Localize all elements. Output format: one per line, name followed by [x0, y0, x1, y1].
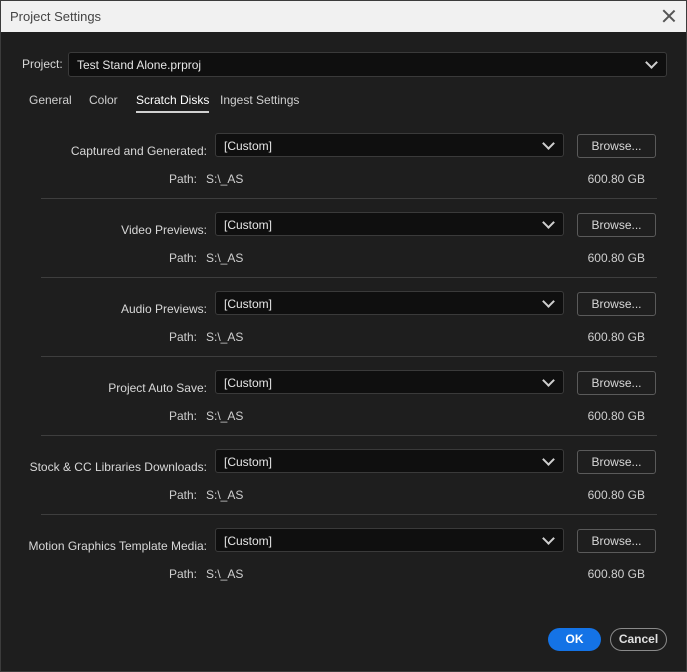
available-space: 600.80 GB [587, 409, 645, 423]
close-icon[interactable] [660, 7, 678, 25]
available-space: 600.80 GB [587, 488, 645, 502]
row-label: Project Auto Save: [108, 381, 207, 395]
chevron-down-icon [542, 532, 555, 545]
path-label: Path: [169, 330, 198, 344]
cancel-button[interactable]: Cancel [610, 628, 667, 651]
path-value: S:\_AS [206, 567, 244, 581]
project-label: Project: [22, 57, 63, 71]
location-select-value: [Custom] [224, 534, 273, 548]
path-value: S:\_AS [206, 330, 244, 344]
location-select-value: [Custom] [224, 455, 273, 469]
location-select-value: [Custom] [224, 218, 273, 232]
location-select[interactable]: [Custom] [215, 212, 564, 236]
row-label: Video Previews: [121, 223, 207, 237]
path-label: Path: [169, 251, 198, 265]
scratch-disk-row-motion-graphics: Motion Graphics Template Media: [Custom]… [28, 527, 657, 606]
path-value: S:\_AS [206, 172, 244, 186]
chevron-down-icon [542, 453, 555, 466]
row-divider [41, 198, 657, 199]
path-label: Path: [169, 409, 198, 423]
scratch-disk-row-captured: Captured and Generated: [Custom] Browse.… [41, 132, 657, 211]
scratch-disk-row-video-previews: Video Previews: [Custom] Browse... Path:… [41, 211, 657, 290]
available-space: 600.80 GB [587, 567, 645, 581]
scratch-disk-row-libraries: Stock & CC Libraries Downloads: [Custom]… [30, 448, 657, 527]
browse-button[interactable]: Browse... [577, 134, 656, 158]
project-select[interactable]: Test Stand Alone.prproj [68, 52, 667, 77]
row-divider [41, 435, 657, 436]
browse-button[interactable]: Browse... [577, 529, 656, 553]
location-select-value: [Custom] [224, 297, 273, 311]
chevron-down-icon [645, 56, 658, 69]
row-label: Captured and Generated: [70, 144, 207, 158]
chevron-down-icon [542, 216, 555, 229]
available-space: 600.80 GB [587, 251, 645, 265]
browse-button[interactable]: Browse... [577, 450, 656, 474]
location-select[interactable]: [Custom] [215, 449, 564, 473]
row-divider [41, 356, 657, 357]
ok-button[interactable]: OK [548, 628, 601, 651]
available-space: 600.80 GB [587, 330, 645, 344]
location-select[interactable]: [Custom] [215, 370, 564, 394]
browse-button[interactable]: Browse... [577, 292, 656, 316]
row-label: Audio Previews: [120, 302, 207, 316]
location-select-value: [Custom] [224, 139, 273, 153]
chevron-down-icon [542, 137, 555, 150]
path-label: Path: [169, 567, 198, 581]
location-select[interactable]: [Custom] [215, 133, 564, 157]
path-label: Path: [169, 488, 198, 502]
row-label: Stock & CC Libraries Downloads: [29, 460, 207, 474]
chevron-down-icon [542, 374, 555, 387]
path-value: S:\_AS [206, 488, 244, 502]
tab-color[interactable]: Color [89, 93, 118, 111]
location-select[interactable]: [Custom] [215, 291, 564, 315]
available-space: 600.80 GB [587, 172, 645, 186]
row-divider [41, 277, 657, 278]
chevron-down-icon [542, 295, 555, 308]
path-value: S:\_AS [206, 251, 244, 265]
row-label: Motion Graphics Template Media: [28, 539, 207, 553]
path-label: Path: [169, 172, 198, 186]
title-bar: Project Settings [1, 1, 686, 32]
tab-scratch-disks[interactable]: Scratch Disks [136, 93, 210, 113]
browse-button[interactable]: Browse... [577, 371, 656, 395]
window-title: Project Settings [10, 9, 102, 24]
path-value: S:\_AS [206, 409, 244, 423]
tab-ingest-settings[interactable]: Ingest Settings [220, 93, 299, 111]
project-settings-dialog: Project Settings Project: Test Stand Alo… [0, 0, 687, 672]
browse-button[interactable]: Browse... [577, 213, 656, 237]
tab-general[interactable]: General [29, 93, 72, 111]
scratch-disk-row-auto-save: Project Auto Save: [Custom] Browse... Pa… [41, 369, 657, 448]
location-select[interactable]: [Custom] [215, 528, 564, 552]
project-select-value: Test Stand Alone.prproj [77, 58, 202, 72]
scratch-disk-row-audio-previews: Audio Previews: [Custom] Browse... Path:… [41, 290, 657, 369]
row-divider [41, 514, 657, 515]
location-select-value: [Custom] [224, 376, 273, 390]
